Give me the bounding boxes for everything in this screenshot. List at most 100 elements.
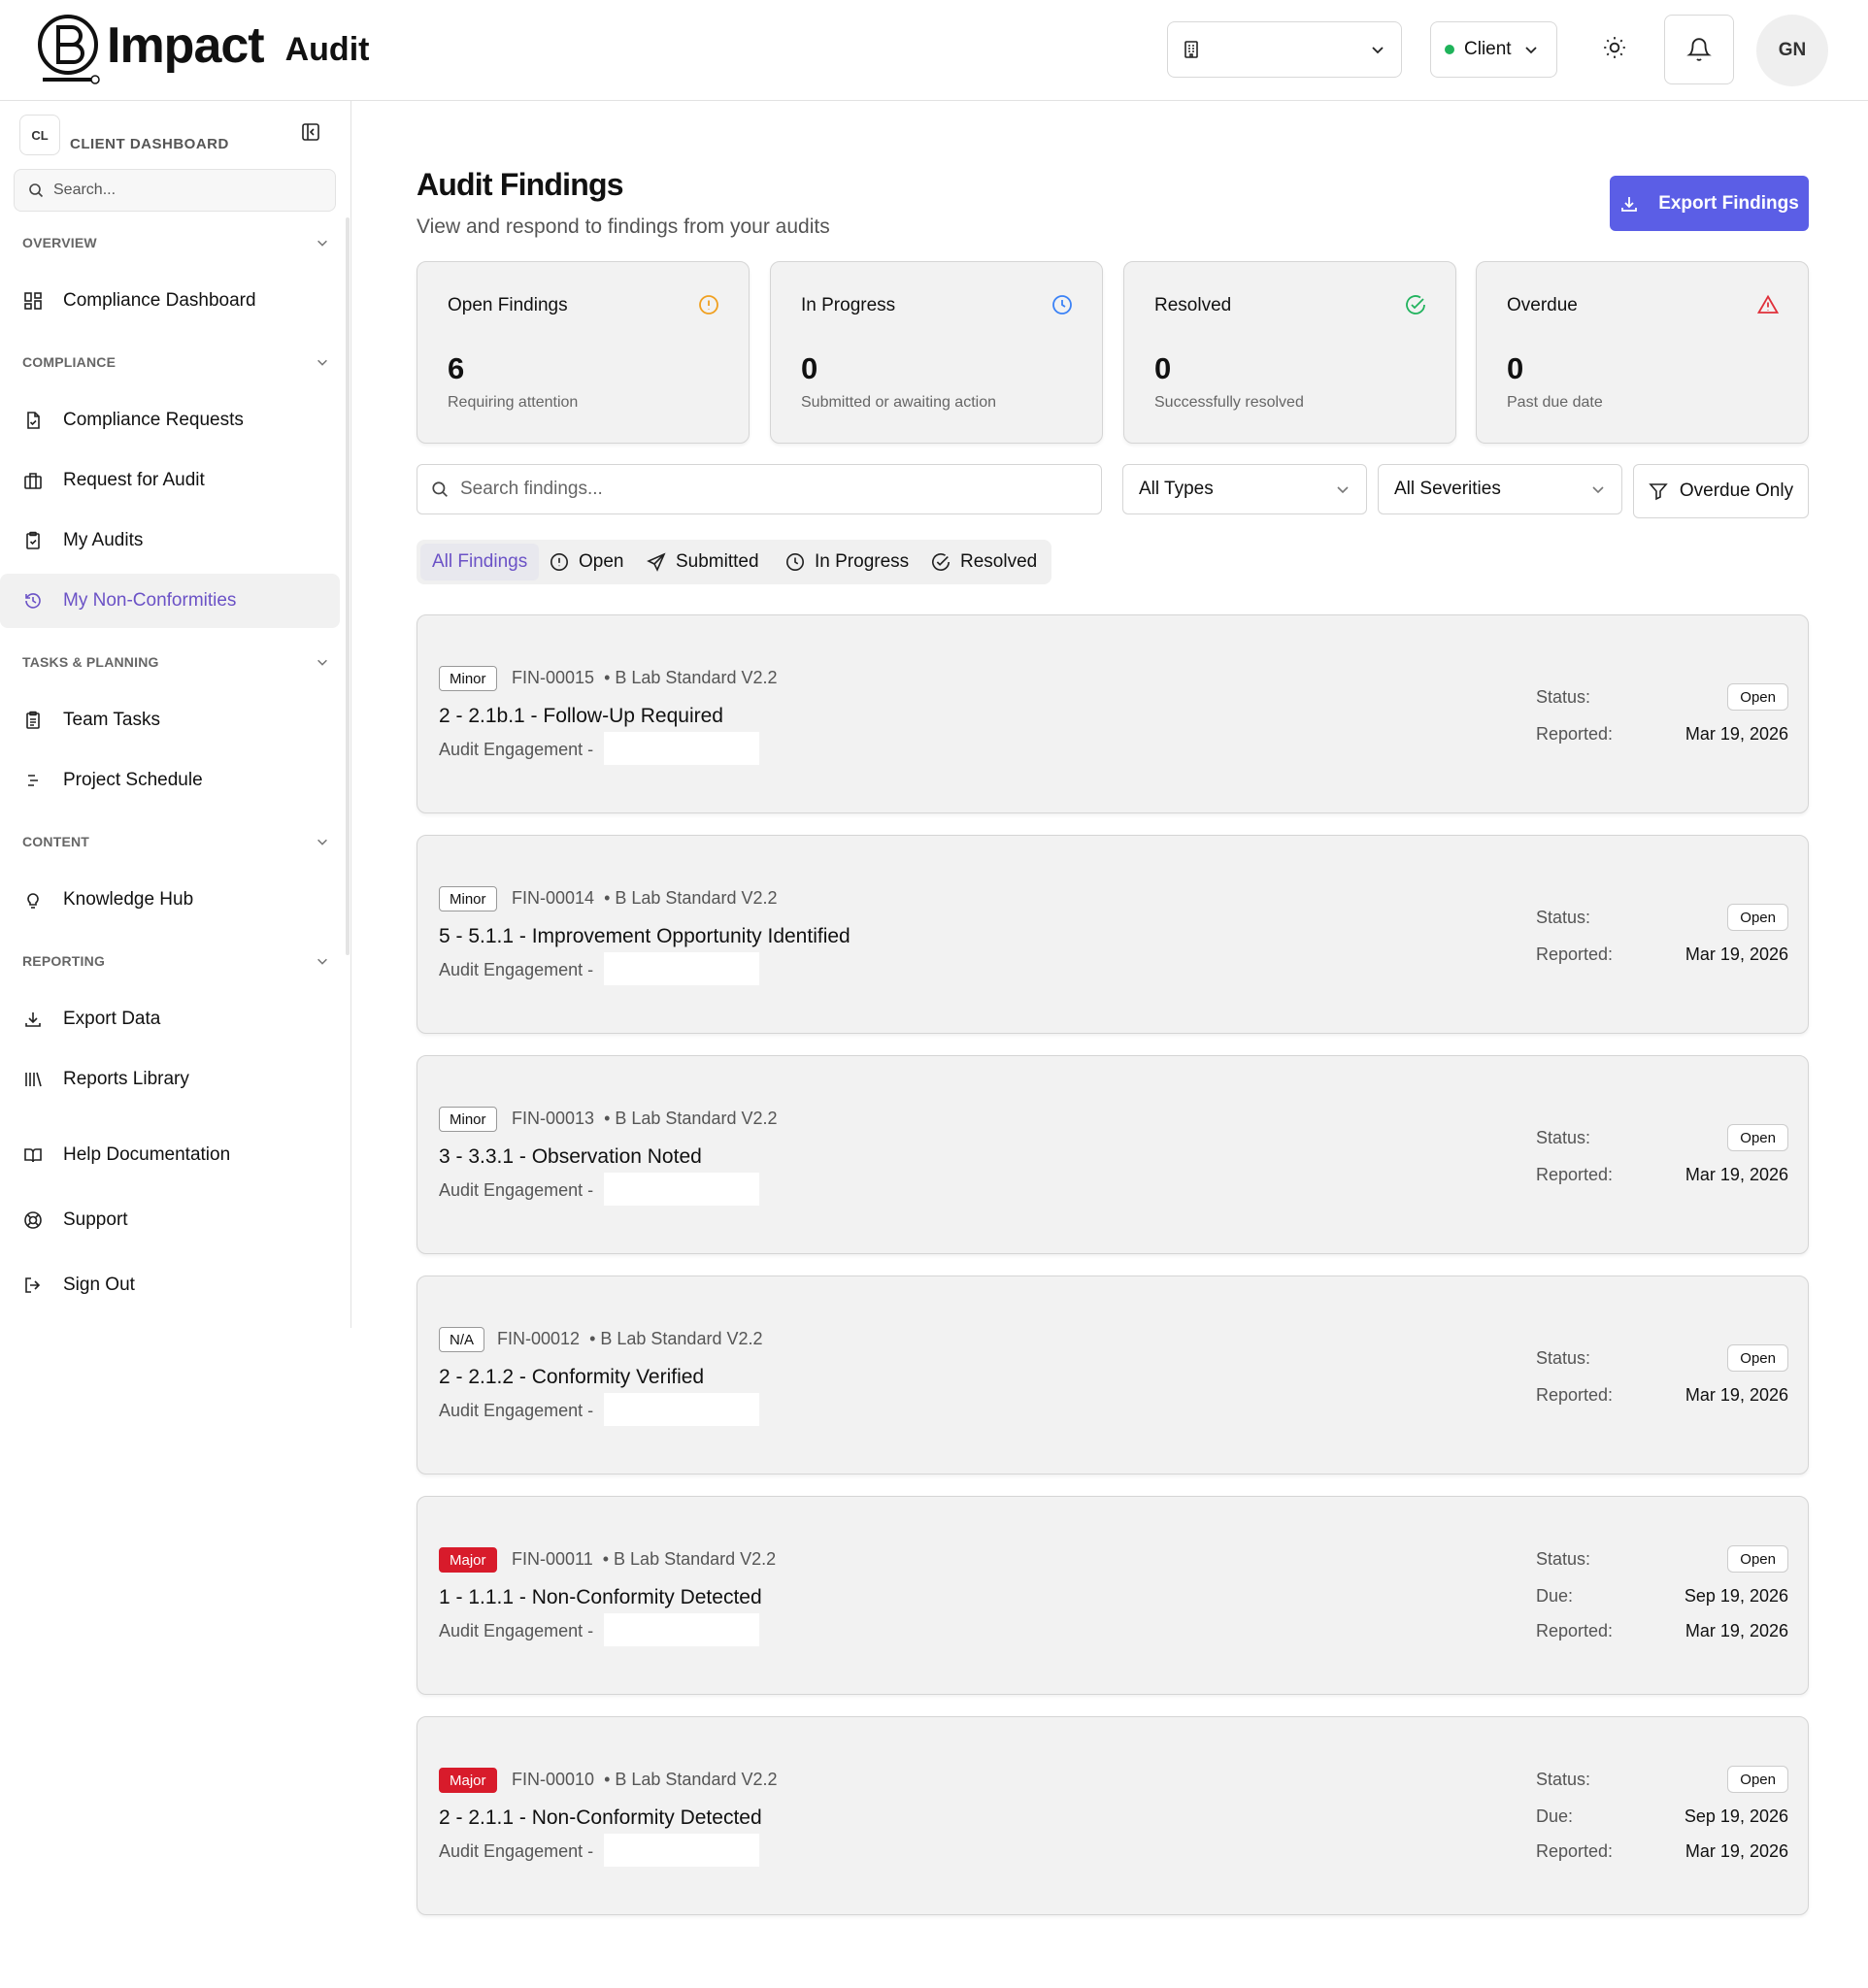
b-impact-logo[interactable]: Impact Audit (37, 12, 369, 85)
sidebar-item-compliance-requests[interactable]: Compliance Requests (0, 393, 340, 447)
severity-filter-select[interactable]: All Severities (1378, 464, 1622, 514)
sidebar-item-help-documentation[interactable]: Help Documentation (0, 1128, 340, 1182)
status-row: Status: Open (1536, 904, 1788, 933)
sidebar: CL CLIENT DASHBOARD Search... OVERVIEW C… (0, 101, 351, 1328)
section-overview[interactable]: OVERVIEW (22, 235, 329, 250)
sidebar-search-input[interactable]: Search... (14, 169, 336, 212)
sidebar-item-project-schedule[interactable]: Project Schedule (0, 753, 340, 808)
notifications-button[interactable] (1664, 15, 1734, 84)
reported-label: Reported: (1536, 1621, 1614, 1640)
sidebar-item-my-audits[interactable]: My Audits (0, 514, 340, 568)
section-content[interactable]: CONTENT (22, 834, 329, 849)
status-row: Status: Open (1536, 1124, 1788, 1153)
finding-card[interactable]: Minor FIN-00013 • B Lab Standard V2.2 3 … (417, 1055, 1809, 1254)
stat-description: Past due date (1507, 394, 1603, 411)
chevron-down-icon (1335, 481, 1351, 497)
stat-card-open-findings: Open Findings 6 Requiring attention (417, 261, 750, 444)
finding-standard: • B Lab Standard V2.2 (604, 668, 778, 687)
sidebar-item-team-tasks[interactable]: Team Tasks (0, 693, 340, 747)
finding-meta: FIN-00015 • B Lab Standard V2.2 (512, 668, 778, 688)
file-check-icon (22, 410, 44, 431)
sidebar-item-knowledge-hub[interactable]: Knowledge Hub (0, 873, 340, 927)
finding-card[interactable]: Minor FIN-00014 • B Lab Standard V2.2 5 … (417, 835, 1809, 1034)
sidebar-item-my-non-conformities[interactable]: My Non-Conformities (0, 574, 340, 628)
life-buoy-icon (22, 1209, 44, 1231)
sidebar-scrollbar[interactable] (346, 217, 350, 955)
due-date: Sep 19, 2026 (1684, 1806, 1788, 1826)
organization-select[interactable] (1167, 21, 1402, 78)
search-icon (28, 182, 53, 198)
tab-open[interactable]: Open (550, 544, 623, 580)
role-select[interactable]: Client (1430, 21, 1557, 78)
sidebar-item-sign-out[interactable]: Sign Out (0, 1258, 340, 1312)
finding-meta: FIN-00012 • B Lab Standard V2.2 (497, 1329, 763, 1349)
sidebar-search-placeholder: Search... (53, 182, 117, 198)
search-findings-input[interactable]: Search findings... (417, 464, 1102, 514)
finding-card[interactable]: Major FIN-00010 • B Lab Standard V2.2 2 … (417, 1716, 1809, 1915)
findings-tabs: All Findings Open Submitted In Progress … (417, 540, 1051, 584)
finding-standard: • B Lab Standard V2.2 (604, 888, 778, 908)
tab-all-findings[interactable]: All Findings (420, 544, 540, 580)
reported-label: Reported: (1536, 724, 1614, 744)
sidebar-item-request-for-audit[interactable]: Request for Audit (0, 453, 340, 508)
sidebar-item-label: Compliance Requests (63, 410, 244, 430)
stat-label: Open Findings (448, 295, 568, 315)
building-icon (1182, 40, 1201, 59)
status-row: Status: Open (1536, 1545, 1788, 1574)
reported-date: Mar 19, 2026 (1685, 1165, 1788, 1184)
finding-card[interactable]: Minor FIN-00015 • B Lab Standard V2.2 2 … (417, 614, 1809, 813)
finding-title: 2 - 2.1b.1 - Follow-Up Required (439, 705, 723, 727)
sidebar-item-label: Support (63, 1209, 128, 1230)
finding-id: FIN-00012 (497, 1329, 581, 1348)
sidebar-item-support[interactable]: Support (0, 1193, 340, 1247)
type-filter-value: All Types (1139, 479, 1214, 499)
filter-icon (1649, 481, 1680, 501)
bell-icon (1686, 37, 1712, 62)
user-avatar[interactable]: GN (1756, 15, 1828, 86)
status-badge: Open (1727, 904, 1788, 931)
overdue-only-button[interactable]: Overdue Only (1633, 464, 1809, 518)
section-compliance[interactable]: COMPLIANCE (22, 354, 329, 370)
sidebar-item-reports-library[interactable]: Reports Library (0, 1052, 340, 1107)
finding-card[interactable]: Major FIN-00011 • B Lab Standard V2.2 1 … (417, 1496, 1809, 1695)
reported-row: Reported: Mar 19, 2026 (1536, 720, 1788, 749)
finding-id: FIN-00011 (512, 1549, 593, 1569)
finding-standard: • B Lab Standard V2.2 (602, 1549, 777, 1569)
severity-badge: N/A (439, 1327, 485, 1352)
sidebar-item-export-data[interactable]: Export Data (0, 992, 340, 1046)
sidebar-collapse-button[interactable] (301, 122, 320, 142)
finding-card[interactable]: N/A FIN-00012 • B Lab Standard V2.2 2 - … (417, 1276, 1809, 1474)
finding-engagement-value (604, 1834, 759, 1867)
role-status-dot (1445, 45, 1454, 54)
sidebar-item-compliance-dashboard[interactable]: Compliance Dashboard (0, 274, 340, 328)
stat-label: In Progress (801, 295, 896, 315)
theme-toggle-button[interactable] (1596, 29, 1633, 66)
finding-engagement-value (604, 1173, 759, 1206)
due-row: Due: Sep 19, 2026 (1536, 1582, 1788, 1611)
due-label: Due: (1536, 1806, 1574, 1826)
tab-in-progress[interactable]: In Progress (785, 544, 909, 580)
reported-row: Reported: Mar 19, 2026 (1536, 1617, 1788, 1646)
send-icon (647, 552, 676, 572)
finding-title: 3 - 3.3.1 - Observation Noted (439, 1145, 702, 1168)
b-corp-logo-icon (37, 12, 103, 85)
tab-submitted[interactable]: Submitted (647, 544, 759, 580)
dashboard-grid-icon (22, 290, 44, 312)
alert-circle-icon (698, 294, 719, 315)
chevron-down-icon (316, 655, 329, 669)
stat-value: 0 (801, 351, 818, 385)
severity-filter-value: All Severities (1394, 479, 1501, 499)
type-filter-select[interactable]: All Types (1122, 464, 1367, 514)
status-row: Status: Open (1536, 1766, 1788, 1795)
section-reporting[interactable]: REPORTING (22, 953, 329, 969)
tab-resolved[interactable]: Resolved (931, 544, 1037, 580)
status-row: Status: Open (1536, 683, 1788, 712)
finding-engagement-label: Audit Engagement - (439, 740, 594, 759)
logo-product: Audit (284, 30, 370, 68)
section-tasks-planning[interactable]: TASKS & PLANNING (22, 654, 329, 670)
export-findings-button[interactable]: Export Findings (1610, 176, 1809, 231)
chevron-down-icon (1523, 42, 1539, 57)
section-label: OVERVIEW (22, 235, 97, 250)
status-label: Status: (1536, 1549, 1591, 1569)
due-date: Sep 19, 2026 (1684, 1586, 1788, 1606)
